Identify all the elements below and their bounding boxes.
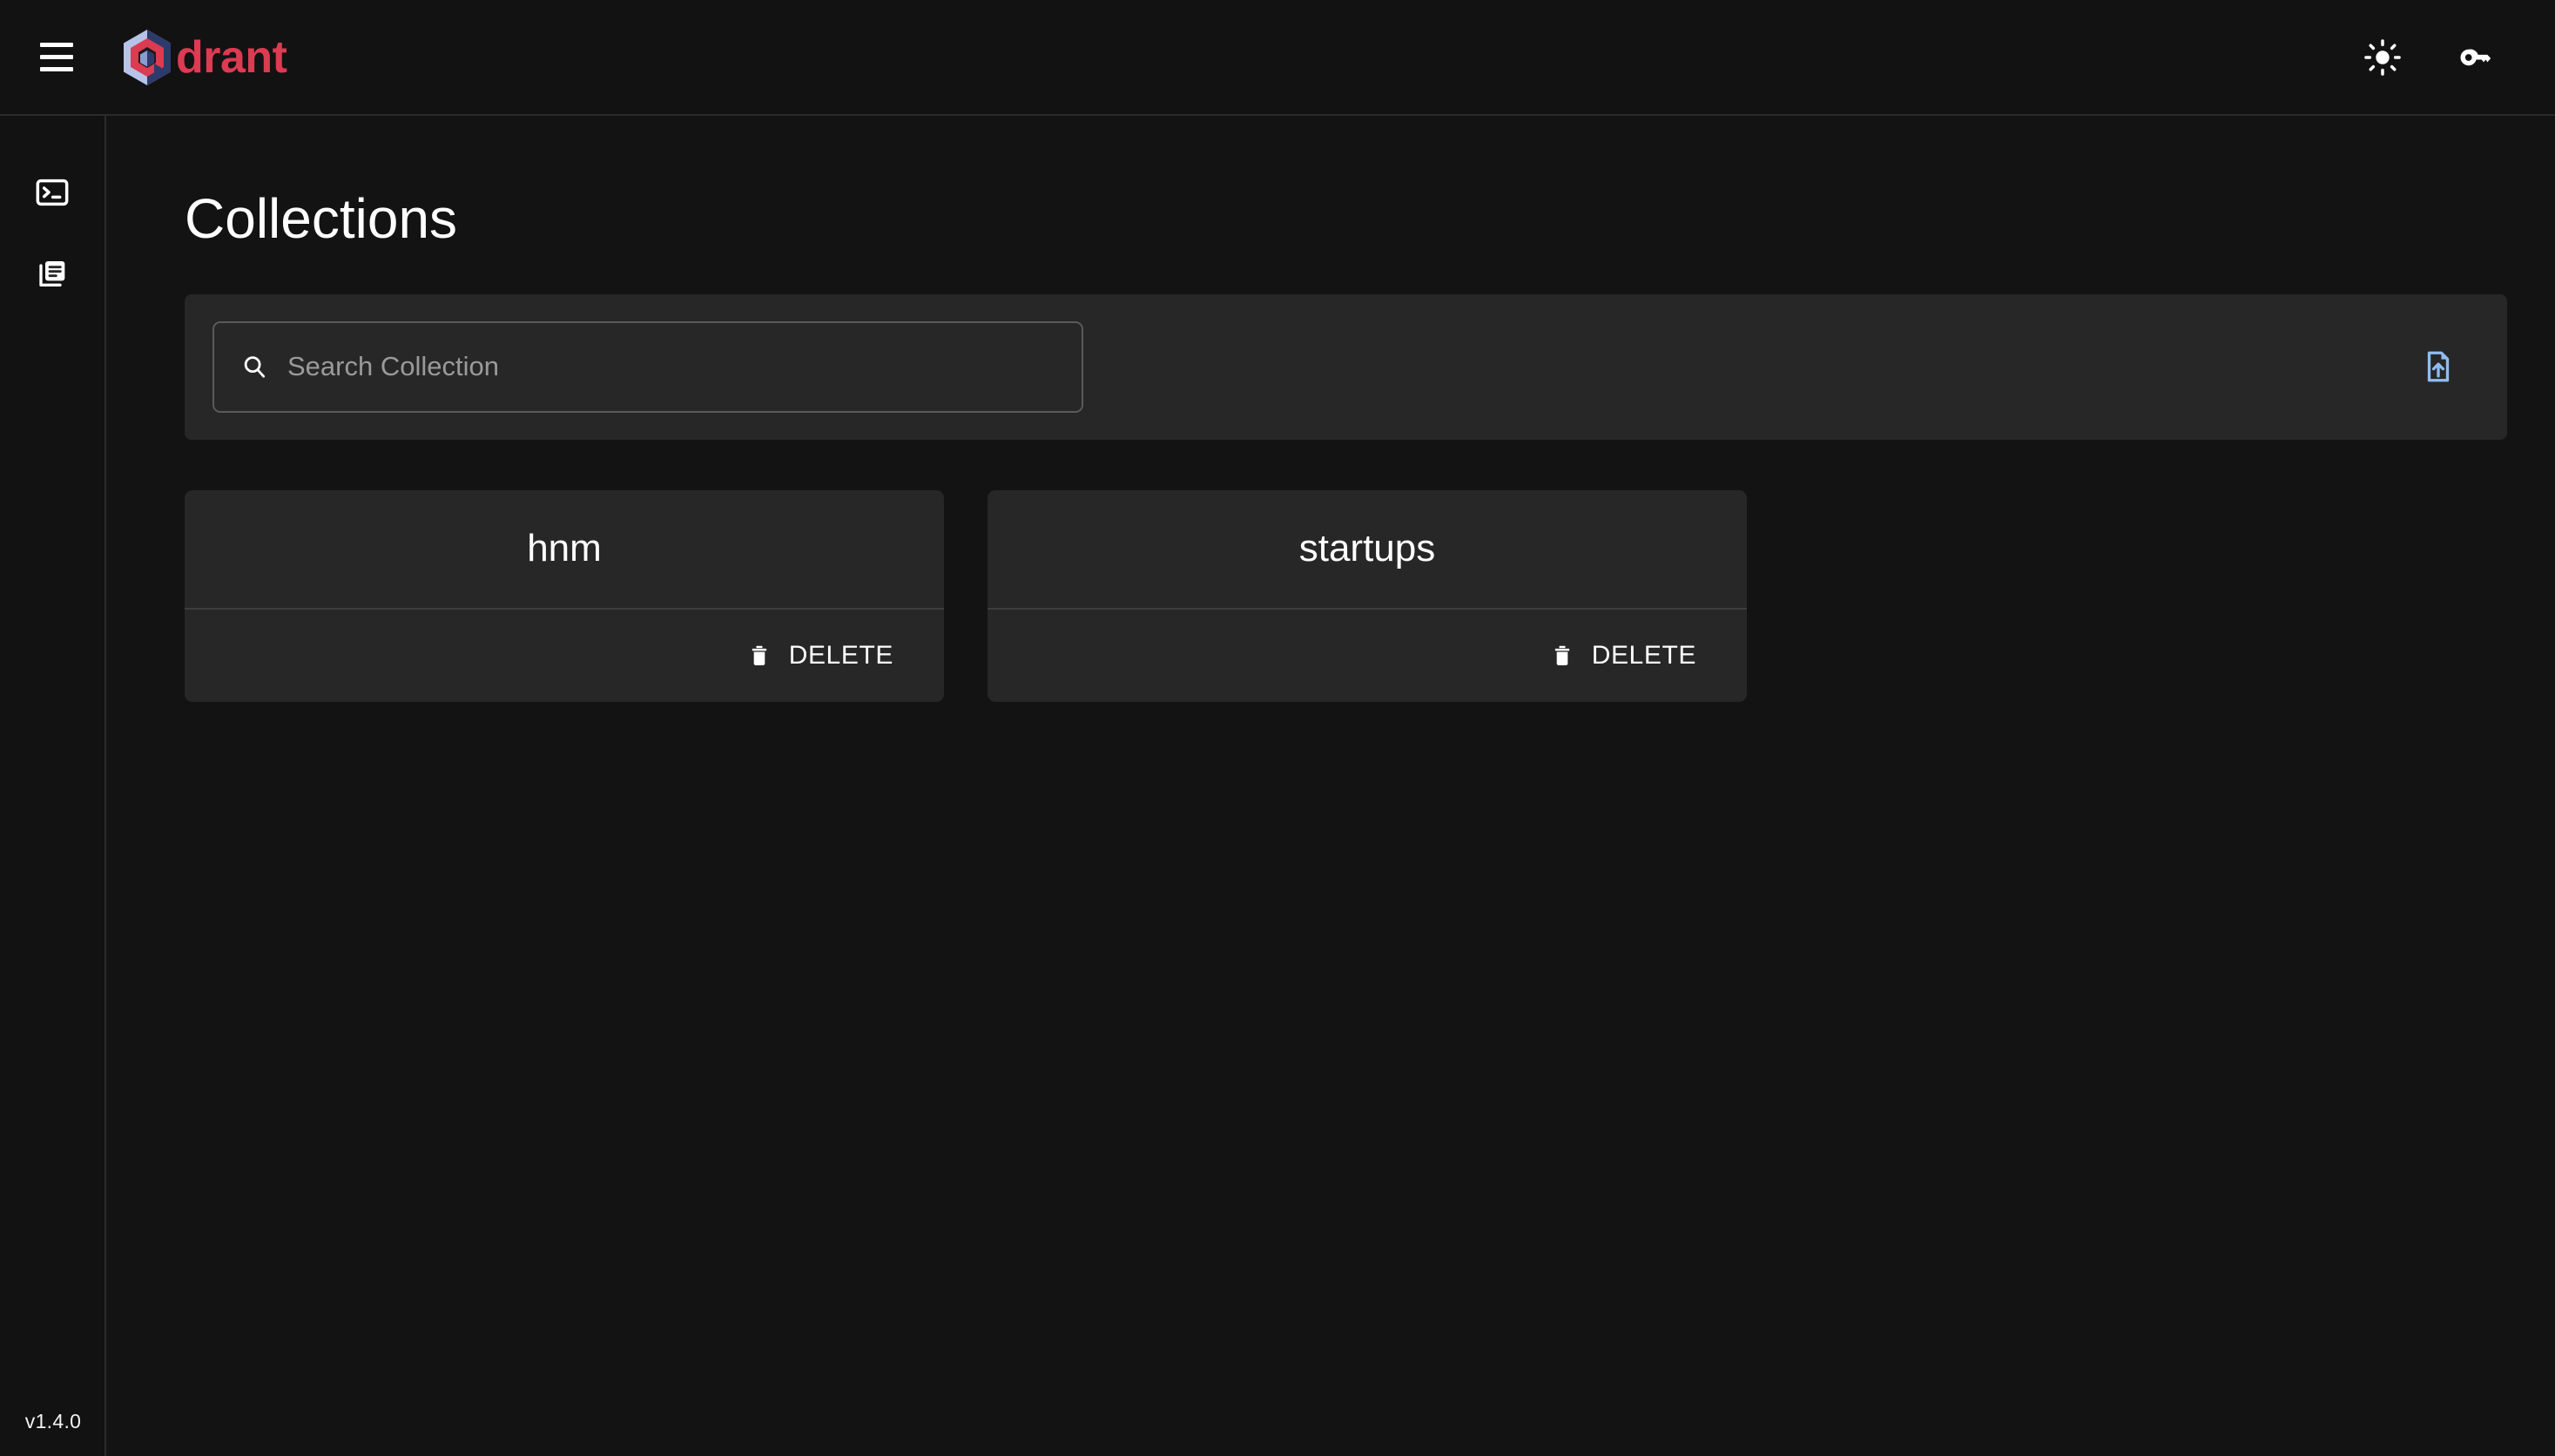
search-box[interactable] — [212, 321, 1083, 413]
delete-button[interactable]: DELETE — [735, 636, 906, 676]
key-icon[interactable] — [2447, 30, 2503, 85]
collection-card-body[interactable]: startups — [988, 490, 1747, 610]
delete-button-label: DELETE — [789, 643, 893, 669]
main-content: Collections — [106, 116, 2555, 1456]
menu-bar-3 — [40, 67, 73, 71]
collection-card[interactable]: startups DELETE — [988, 490, 1747, 702]
menu-icon[interactable] — [30, 30, 84, 84]
app-header: drant — [0, 0, 2555, 116]
app-sidebar: v1.4.0 — [0, 116, 106, 1456]
collection-card-actions: DELETE — [988, 610, 1747, 702]
trash-icon — [1550, 644, 1574, 668]
header-actions — [2355, 30, 2503, 85]
qdrant-app: drant — [0, 0, 2555, 1456]
brand-name: drant — [176, 35, 287, 80]
search-input[interactable] — [287, 351, 1055, 382]
collection-name: startups — [1299, 528, 1436, 570]
file-upload-icon[interactable] — [2411, 340, 2465, 394]
delete-button-label: DELETE — [1592, 643, 1696, 669]
collection-card-actions: DELETE — [185, 610, 944, 702]
search-panel — [185, 294, 2507, 440]
collection-card-body[interactable]: hnm — [185, 490, 944, 610]
collections-icon — [35, 257, 70, 292]
qdrant-logo-icon — [120, 28, 174, 87]
terminal-icon — [35, 175, 70, 210]
sidebar-item-collections[interactable] — [10, 245, 94, 304]
collections-grid: hnm DELETE — [185, 490, 2477, 702]
search-icon — [240, 353, 268, 381]
page-title: Collections — [185, 185, 2477, 253]
collection-card[interactable]: hnm DELETE — [185, 490, 944, 702]
menu-bar-2 — [40, 55, 73, 59]
sun-icon[interactable] — [2355, 30, 2410, 85]
menu-bar-1 — [40, 43, 73, 47]
collection-name: hnm — [527, 528, 602, 570]
qdrant-logo[interactable]: drant — [120, 28, 287, 87]
app-version: v1.4.0 — [0, 1410, 106, 1433]
sidebar-item-console[interactable] — [10, 163, 94, 222]
delete-button[interactable]: DELETE — [1538, 636, 1709, 676]
trash-icon — [747, 644, 772, 668]
